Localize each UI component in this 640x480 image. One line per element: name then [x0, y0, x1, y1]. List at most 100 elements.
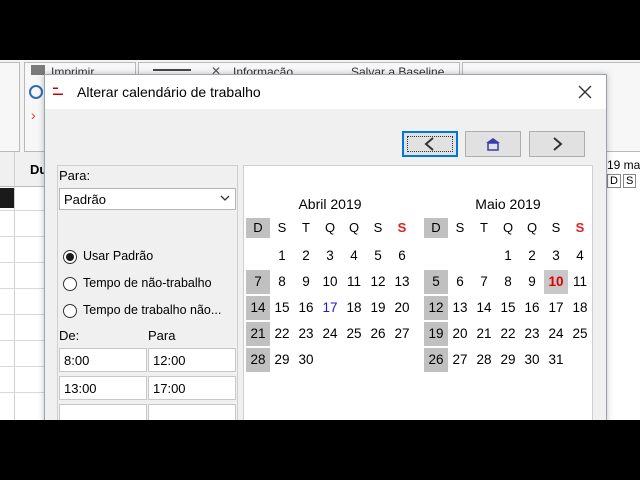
printer-icon[interactable] [31, 65, 45, 75]
dialog-body: Para: Padrão Usar Padrão Tempo de não-tr… [45, 109, 606, 420]
month-title: Abril 2019 [298, 196, 362, 212]
calendar-day[interactable]: 2 [520, 244, 544, 268]
calendar-day[interactable]: 25 [342, 322, 366, 346]
calendar-day[interactable]: 6 [390, 244, 414, 268]
calendar-day[interactable]: 3 [544, 244, 568, 268]
next-month-button[interactable] [529, 131, 585, 157]
calendar-day[interactable]: 7 [246, 270, 270, 294]
calendar-day[interactable]: 12 [366, 270, 390, 294]
calendar-day[interactable]: 24 [544, 322, 568, 346]
calendar-day[interactable]: 2 [294, 244, 318, 268]
change-work-calendar-dialog: ▬ ▬▬ Alterar calendário de trabalho Para… [44, 74, 607, 420]
calendar-day[interactable]: 11 [568, 270, 592, 294]
calendar-day[interactable]: 9 [520, 270, 544, 294]
calendar-day[interactable]: 14 [472, 296, 496, 320]
calendar-day[interactable]: 10 [318, 270, 342, 294]
toolbar-group-left [0, 62, 20, 152]
background-task-grid: Du [0, 152, 47, 420]
radio-use-default[interactable] [63, 250, 77, 264]
calendar-day[interactable]: 18 [342, 296, 366, 320]
grid-header: Du [0, 152, 47, 187]
calendar-day[interactable]: 27 [448, 348, 472, 372]
calendar-day[interactable]: 23 [520, 322, 544, 346]
close-button[interactable] [574, 81, 596, 103]
calendar-day[interactable]: 14 [246, 296, 270, 320]
calendar-day[interactable]: 20 [390, 296, 414, 320]
calendar-day[interactable]: 1 [270, 244, 294, 268]
weekday-header: S [397, 220, 407, 235]
para-label: Para: [59, 168, 91, 183]
calendar-day[interactable]: 7 [472, 270, 496, 294]
time-to-cell-3[interactable] [148, 404, 236, 420]
calendar-day[interactable]: 22 [496, 322, 520, 346]
calendar-day[interactable]: 21 [246, 322, 270, 346]
screen-frame: Imprimir › ✕ Informação Salvar a Baselin… [0, 60, 640, 420]
time-to-cell-1[interactable]: 12:00 [148, 348, 236, 372]
calendar-day[interactable]: 24 [318, 322, 342, 346]
calendar-day[interactable]: 8 [270, 270, 294, 294]
calendar-day[interactable]: 10 [544, 270, 568, 294]
calendar-day[interactable]: 13 [390, 270, 414, 294]
weekday-header: S [551, 220, 561, 235]
month-title: Maio 2019 [475, 196, 541, 212]
calendar-day[interactable]: 18 [568, 296, 592, 320]
calendar-day[interactable]: 28 [472, 348, 496, 372]
red-arrow-icon[interactable]: › [31, 107, 36, 123]
calendar-day[interactable]: 19 [366, 296, 390, 320]
today-home-button[interactable] [465, 131, 521, 157]
calendar-select[interactable]: Padrão [59, 188, 236, 210]
radio-nondefault-working-time[interactable] [63, 304, 77, 318]
calendar-day[interactable]: 20 [448, 322, 472, 346]
previous-month-button[interactable] [402, 131, 458, 157]
calendar-day[interactable]: 3 [318, 244, 342, 268]
weekday-header: D [424, 218, 448, 238]
radio-label-nondefault-working-time: Tempo de trabalho não... [83, 303, 222, 317]
calendar-day[interactable]: 26 [424, 348, 448, 372]
calendar-day[interactable]: 11 [342, 270, 366, 294]
calendar-day[interactable]: 30 [520, 348, 544, 372]
calendar-day[interactable]: 29 [270, 348, 294, 372]
calendar-panel: Abril 2019 D S T Q Q S S 1 2 3 4 5 6 7 8 9 10 11 12 13 14 15 16… [243, 165, 593, 420]
calendar-day[interactable]: 4 [568, 244, 592, 268]
calendar-day[interactable]: 9 [294, 270, 318, 294]
dialog-titlebar[interactable]: ▬ ▬▬ Alterar calendário de trabalho [45, 75, 606, 109]
calendar-day[interactable]: 17 [544, 296, 568, 320]
calendar-day[interactable]: 4 [342, 244, 366, 268]
calendar-options-panel: Para: Padrão Usar Padrão Tempo de não-tr… [57, 165, 238, 420]
calendar-day[interactable]: 1 [496, 244, 520, 268]
weekday-header: S [575, 220, 585, 235]
calendar-day[interactable]: 16 [294, 296, 318, 320]
calendar-day[interactable]: 6 [448, 270, 472, 294]
calendar-day[interactable]: 5 [366, 244, 390, 268]
calendar-day[interactable]: 15 [270, 296, 294, 320]
calendar-day[interactable]: 28 [246, 348, 270, 372]
calendar-day[interactable]: 29 [496, 348, 520, 372]
calendar-day[interactable]: 21 [472, 322, 496, 346]
calendar-day[interactable]: 19 [424, 322, 448, 346]
time-to-cell-2[interactable]: 17:00 [148, 376, 236, 400]
radio-nonworking-time[interactable] [63, 277, 77, 291]
calendar-day[interactable]: 27 [390, 322, 414, 346]
calendar-day[interactable]: 23 [294, 322, 318, 346]
weekday-header: Q [324, 220, 336, 235]
home-icon [486, 138, 500, 151]
calendar-day[interactable]: 12 [424, 296, 448, 320]
time-from-cell-2[interactable]: 13:00 [59, 376, 147, 400]
calendar-day[interactable]: 30 [294, 348, 318, 372]
calendar-day[interactable]: 8 [496, 270, 520, 294]
calendar-day[interactable]: 5 [424, 270, 448, 294]
calendar-day[interactable]: 16 [520, 296, 544, 320]
time-from-cell-3[interactable] [59, 404, 147, 420]
calendar-day[interactable]: 25 [568, 322, 592, 346]
calendar-day[interactable]: 17 [318, 296, 342, 320]
calendar-day[interactable]: 22 [270, 322, 294, 346]
time-from-cell-1[interactable]: 8:00 [59, 348, 147, 372]
calendar-day[interactable]: 31 [544, 348, 568, 372]
calendar-day[interactable]: 15 [496, 296, 520, 320]
chevron-down-icon [220, 195, 230, 201]
toolbar-thumbnail [153, 69, 191, 71]
calendar-day[interactable]: 26 [366, 322, 390, 346]
calendar-day[interactable]: 13 [448, 296, 472, 320]
search-icon[interactable] [29, 85, 43, 99]
weekday-header: S [455, 220, 465, 235]
